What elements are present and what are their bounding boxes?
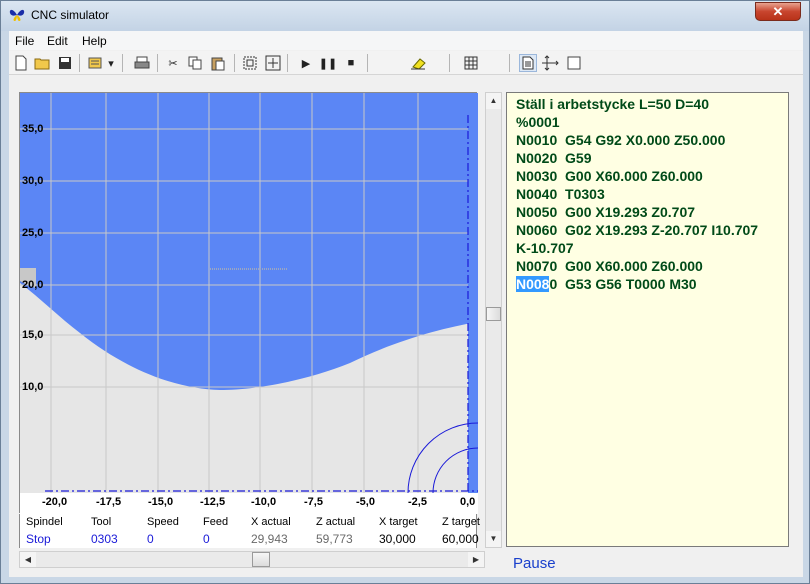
code-line: N0060 G02 X19.293 Z-20.707 I10.707 [516,222,759,238]
code-line: %0001 [516,114,560,130]
y-tick-label: 10,0 [22,381,44,393]
menu-bar: File Edit Help [9,31,803,50]
move-axes-icon[interactable] [541,54,559,72]
y-tick-label: 25,0 [22,227,44,239]
menu-edit[interactable]: Edit [47,34,68,48]
run-state-label: Pause [513,555,556,572]
menu-help[interactable]: Help [82,34,107,48]
x-tick-label: -17,5 [96,496,122,508]
scroll-thumb[interactable] [252,552,270,567]
document-icon[interactable] [519,54,537,72]
x-tick-label: -12,5 [200,496,226,508]
scroll-left-arrow-icon[interactable]: ◀ [20,552,36,567]
window-title: CNC simulator [31,8,110,22]
paste-icon[interactable] [209,54,227,72]
new-file-icon[interactable] [12,54,30,72]
copy-icon[interactable] [186,54,204,72]
x-tick-label: 0,0 [460,496,476,508]
status-header: Spindel [26,516,63,528]
plot-labels: 35,0 30,0 25,0 20,0 15,0 10,0 -20,0 -17,… [20,93,478,514]
speed-value: 0 [147,532,154,546]
status-header: X target [379,516,418,528]
simulation-view[interactable]: 35,0 30,0 25,0 20,0 15,0 10,0 -20,0 -17,… [19,92,478,514]
settings-dropdown-icon[interactable] [87,54,105,72]
toolbar: ▾ ✂ ▶ ❚❚ ■ [9,51,803,75]
title-bar: CNC simulator ✕ [1,1,809,31]
menu-file[interactable]: File [15,34,34,48]
status-header: Z actual [316,516,356,528]
save-icon[interactable] [56,54,74,72]
y-tick-label: 20,0 [22,279,44,291]
blank-square-icon[interactable] [565,54,583,72]
x-actual-value: 29,943 [251,532,288,546]
z-actual-value: 59,773 [316,532,353,546]
current-code-line: N0080 G53 G56 T0000 M30 [516,275,788,293]
vertical-scrollbar[interactable]: ▲ ▼ [485,92,502,548]
current-line-rest: 0 G53 G56 T0000 M30 [549,276,697,292]
code-line: N0010 G54 G92 X0.000 Z50.000 [516,132,726,148]
x-tick-label: -20,0 [42,496,68,508]
zoom-extents-icon[interactable] [264,54,282,72]
x-target-value: 30,000 [379,532,416,546]
main-content: 35,0 30,0 25,0 20,0 15,0 10,0 -20,0 -17,… [9,76,803,577]
spindle-status: Stop [26,532,51,546]
current-line-highlight: N008 [516,276,550,292]
program-editor[interactable]: Ställ i arbetstycke L=50 D=40 %0001 N001… [506,92,789,547]
stop-icon[interactable]: ■ [342,54,360,72]
print-icon[interactable] [133,54,151,72]
eraser-icon[interactable] [410,54,428,72]
scroll-thumb[interactable] [486,307,501,321]
status-header: X actual [251,516,291,528]
status-header: Speed [147,516,179,528]
app-window: CNC simulator ✕ File Edit Help ▾ ✂ ▶ ❚❚ … [0,0,810,584]
pause-icon[interactable]: ❚❚ [319,54,337,72]
butterfly-icon [9,9,25,21]
code-line: N0040 T0303 [516,186,605,202]
client-area: File Edit Help ▾ ✂ ▶ ❚❚ ■ 35,0 30,0 25,0… [9,31,803,577]
y-tick-label: 35,0 [22,123,44,135]
y-tick-label: 15,0 [22,329,44,341]
cut-icon[interactable]: ✂ [164,54,182,72]
scroll-up-arrow-icon[interactable]: ▲ [486,93,501,109]
chevron-down-icon[interactable]: ▾ [106,54,116,72]
status-header: Tool [91,516,112,528]
status-panel: Spindel Tool Speed Feed X actual Z actua… [19,514,480,548]
code-line: K-10.707 [516,240,574,256]
tool-value: 0303 [91,532,118,546]
y-tick-label: 30,0 [22,175,44,187]
code-line: Ställ i arbetstycke L=50 D=40 [516,96,709,112]
x-tick-label: -2,5 [408,496,427,508]
grid-icon[interactable] [462,54,480,72]
close-button[interactable]: ✕ [755,2,801,21]
code-line: N0020 G59 [516,150,592,166]
code-line: N0070 G00 X60.000 Z60.000 [516,258,703,274]
zoom-fit-icon[interactable] [241,54,259,72]
code-line: N0050 G00 X19.293 Z0.707 [516,204,696,220]
open-folder-icon[interactable] [34,54,52,72]
x-tick-label: -7,5 [304,496,323,508]
x-tick-label: -5,0 [356,496,375,508]
code-line: N0030 G00 X60.000 Z60.000 [516,168,703,184]
scroll-right-arrow-icon[interactable]: ▶ [468,552,484,567]
x-tick-label: -15,0 [148,496,174,508]
scroll-down-arrow-icon[interactable]: ▼ [486,531,501,547]
play-icon[interactable]: ▶ [297,54,315,72]
horizontal-scrollbar[interactable]: ◀ ▶ [19,551,485,568]
x-tick-label: -10,0 [251,496,277,508]
